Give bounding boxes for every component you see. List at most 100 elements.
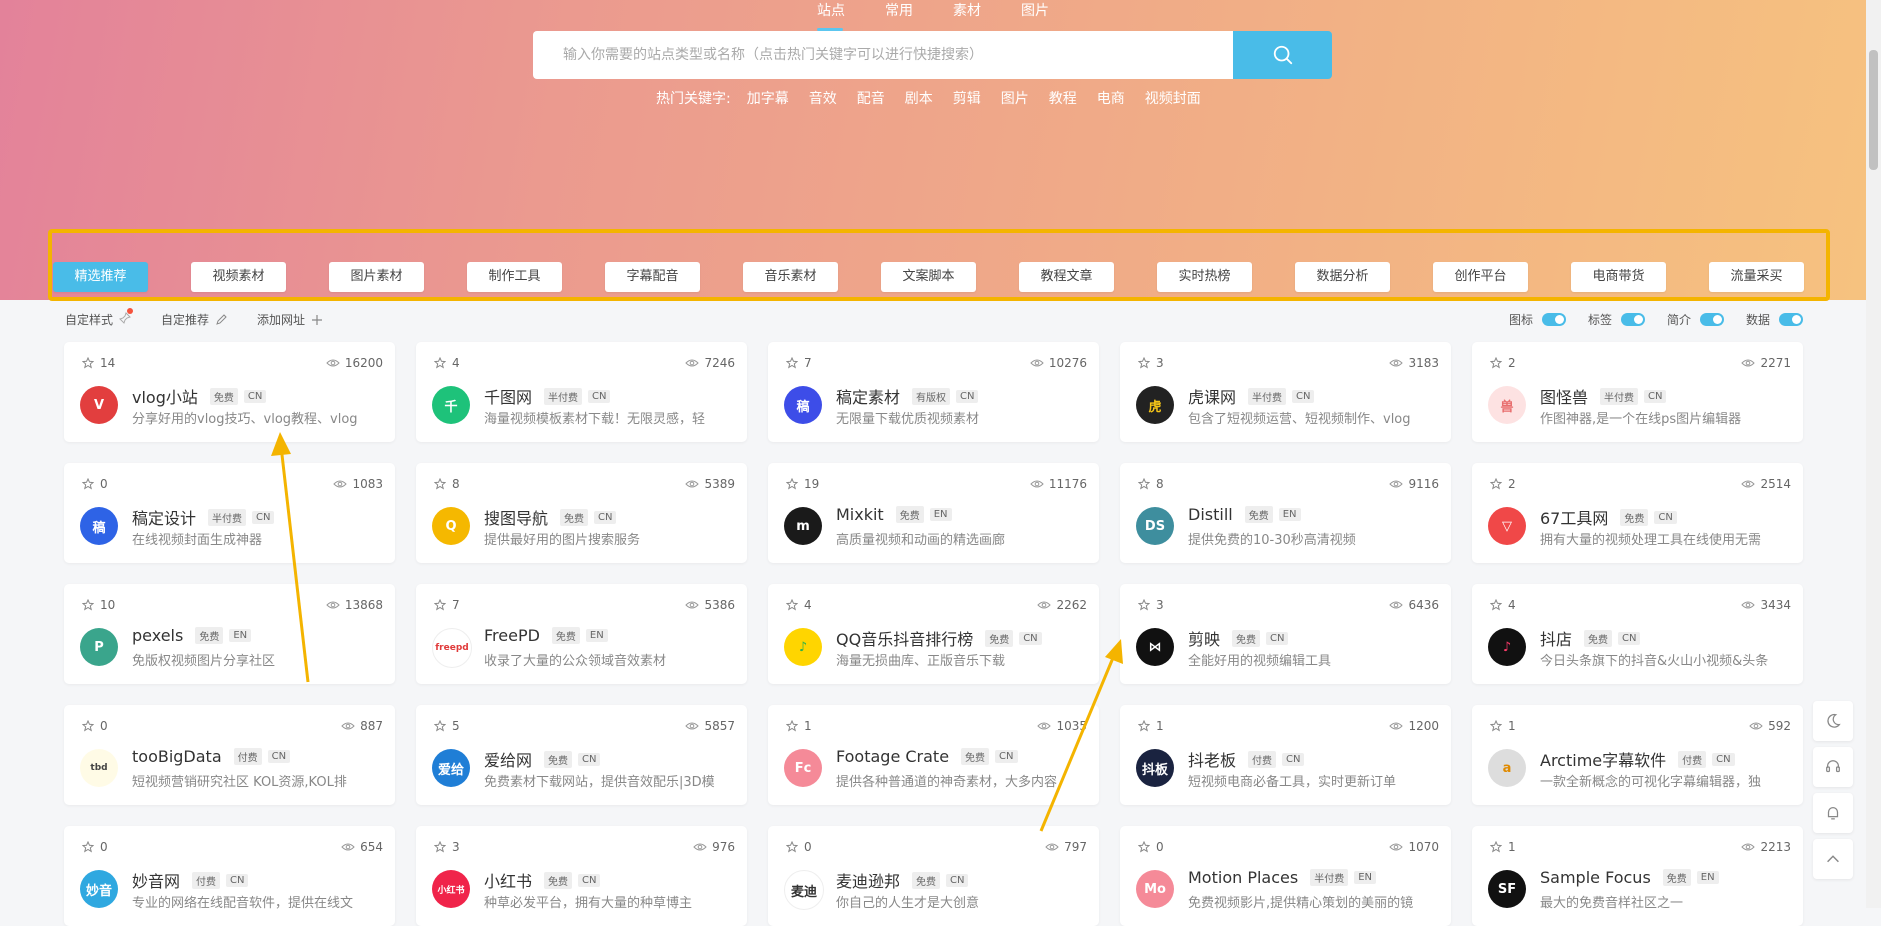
site-name[interactable]: 67工具网 — [1540, 505, 1608, 529]
toggle-tags[interactable]: 标签 — [1588, 311, 1645, 328]
custom-style-button[interactable]: 自定样式 — [65, 308, 134, 328]
search-input[interactable] — [533, 31, 1233, 79]
tab-common[interactable]: 常用 — [885, 0, 953, 32]
site-card[interactable]: 0 654 妙音 妙音网 付费 CN 专业的网络在线配音软件，提供在线文 — [64, 826, 395, 926]
site-name[interactable]: 千图网 — [484, 384, 532, 408]
tab-sites[interactable]: 站点 — [817, 0, 885, 32]
site-name[interactable]: 稿定素材 — [836, 384, 900, 408]
site-card[interactable]: 0 797 麦迪 麦迪逊邦 免费 CN 你自己的人生才是大创意 — [768, 826, 1099, 926]
site-name[interactable]: 妙音网 — [132, 868, 180, 892]
hot-keyword[interactable]: 图片 — [1001, 88, 1029, 108]
toggle-data[interactable]: 数据 — [1746, 311, 1803, 328]
hot-keyword[interactable]: 视频封面 — [1145, 88, 1201, 108]
custom-recommend-button[interactable]: 自定推荐 — [161, 311, 227, 328]
site-card[interactable]: 4 2262 ♪ QQ音乐抖音排行榜 免费 CN 海量无损曲库、正版音乐下载 — [768, 584, 1099, 684]
favorite-count[interactable]: 3 — [434, 840, 460, 854]
favorite-count[interactable]: 1 — [1138, 719, 1164, 733]
site-name[interactable]: 图怪兽 — [1540, 384, 1588, 408]
support-button[interactable] — [1813, 747, 1853, 787]
site-card[interactable]: 3 6436 ⋈ 剪映 免费 CN 全能好用的视频编辑工具 — [1120, 584, 1451, 684]
hot-keyword[interactable]: 剧本 — [905, 88, 933, 108]
favorite-count[interactable]: 2 — [1490, 356, 1516, 370]
toggle-switch[interactable] — [1620, 313, 1645, 326]
site-card[interactable]: 14 16200 V vlog小站 免费 CN 分享好用的vlog技巧、vlog… — [64, 342, 395, 442]
site-card[interactable]: 8 9116 DS Distill 免费 EN 提供免费的10-30秒高清视频 — [1120, 463, 1451, 563]
favorite-count[interactable]: 2 — [1490, 477, 1516, 491]
site-name[interactable]: Sample Focus — [1540, 868, 1651, 887]
site-card[interactable]: 3 976 小红书 小红书 免费 CN 种草必发平台，拥有大量的种草博主 — [416, 826, 747, 926]
site-name[interactable]: Distill — [1188, 505, 1233, 524]
favorite-count[interactable]: 7 — [434, 598, 460, 612]
site-name[interactable]: 虎课网 — [1188, 384, 1236, 408]
favorite-count[interactable]: 7 — [786, 356, 812, 370]
favorite-count[interactable]: 8 — [434, 477, 460, 491]
site-card[interactable]: 0 1070 Mo Motion Places 半付费 EN 免费视频影片,提供… — [1120, 826, 1451, 926]
scrollbar-thumb[interactable] — [1869, 50, 1878, 170]
scrollbar[interactable] — [1866, 0, 1881, 908]
toggle-switch[interactable] — [1699, 313, 1724, 326]
site-name[interactable]: 抖店 — [1540, 626, 1572, 650]
site-name[interactable]: Footage Crate — [836, 747, 949, 766]
hot-keyword[interactable]: 加字幕 — [747, 88, 789, 108]
site-card[interactable]: 2 2514 ▽ 67工具网 免费 CN 拥有大量的视频处理工具在线使用无需 — [1472, 463, 1803, 563]
site-card[interactable]: 19 11176 m Mixkit 免费 EN 高质量视频和动画的精选画廊 — [768, 463, 1099, 563]
favorite-count[interactable]: 3 — [1138, 356, 1164, 370]
site-card[interactable]: 1 592 a Arctime字幕软件 付费 CN 一款全新概念的可视化字幕编辑… — [1472, 705, 1803, 805]
site-name[interactable]: 抖老板 — [1188, 747, 1236, 771]
site-name[interactable]: 小红书 — [484, 868, 532, 892]
favorite-count[interactable]: 0 — [786, 840, 812, 854]
site-card[interactable]: 7 5386 freepd FreePD 免费 EN 收录了大量的公众领域音效素… — [416, 584, 747, 684]
favorite-count[interactable]: 0 — [82, 840, 108, 854]
toggle-intro[interactable]: 简介 — [1667, 311, 1724, 328]
favorite-count[interactable]: 1 — [1490, 840, 1516, 854]
toggle-icon[interactable]: 图标 — [1509, 311, 1566, 328]
site-card[interactable]: 4 7246 千 千图网 半付费 CN 海量视频模板素材下载！无限灵感，轻 — [416, 342, 747, 442]
favorite-count[interactable]: 0 — [1138, 840, 1164, 854]
site-name[interactable]: vlog小站 — [132, 384, 198, 408]
site-card[interactable]: 0 887 tbd tooBigData 付费 CN 短视频营销研究社区 KOL… — [64, 705, 395, 805]
site-name[interactable]: Motion Places — [1188, 868, 1298, 887]
hot-keyword[interactable]: 音效 — [809, 88, 837, 108]
favorite-count[interactable]: 1 — [1490, 719, 1516, 733]
notification-button[interactable] — [1813, 793, 1853, 833]
site-card[interactable]: 7 10276 稿 稿定素材 有版权 CN 无限量下载优质视频素材 — [768, 342, 1099, 442]
dark-mode-button[interactable] — [1813, 701, 1853, 741]
site-name[interactable]: 稿定设计 — [132, 505, 196, 529]
site-name[interactable]: FreePD — [484, 626, 540, 645]
site-card[interactable]: 3 3183 虎 虎课网 半付费 CN 包含了短视频运营、短视频制作、vlog — [1120, 342, 1451, 442]
favorite-count[interactable]: 4 — [1490, 598, 1516, 612]
tab-images[interactable]: 图片 — [1021, 0, 1089, 32]
favorite-count[interactable]: 19 — [786, 477, 819, 491]
favorite-count[interactable]: 0 — [82, 477, 108, 491]
favorite-count[interactable]: 3 — [1138, 598, 1164, 612]
site-name[interactable]: tooBigData — [132, 747, 222, 766]
hot-keyword[interactable]: 配音 — [857, 88, 885, 108]
search-button[interactable] — [1233, 31, 1332, 79]
favorite-count[interactable]: 5 — [434, 719, 460, 733]
site-card[interactable]: 1 2213 SF Sample Focus 免费 EN 最大的免费音样社区之一 — [1472, 826, 1803, 926]
site-card[interactable]: 2 2271 兽 图怪兽 半付费 CN 作图神器,是一个在线ps图片编辑器 — [1472, 342, 1803, 442]
toggle-switch[interactable] — [1779, 313, 1803, 326]
favorite-count[interactable]: 1 — [786, 719, 812, 733]
site-card[interactable]: 10 13868 P pexels 免费 EN 免版权视频图片分享社区 — [64, 584, 395, 684]
site-name[interactable]: pexels — [132, 626, 183, 645]
site-card[interactable]: 5 5857 爱给 爱给网 免费 CN 免费素材下载网站，提供音效配乐|3D模 — [416, 705, 747, 805]
site-card[interactable]: 1 1200 抖板 抖老板 付费 CN 短视频电商必备工具，实时更新订单 — [1120, 705, 1451, 805]
favorite-count[interactable]: 10 — [82, 598, 115, 612]
tab-materials[interactable]: 素材 — [953, 0, 1021, 32]
hot-keyword[interactable]: 剪辑 — [953, 88, 981, 108]
site-card[interactable]: 0 1083 稿 稿定设计 半付费 CN 在线视频封面生成神器 — [64, 463, 395, 563]
favorite-count[interactable]: 14 — [82, 356, 115, 370]
site-name[interactable]: 爱给网 — [484, 747, 532, 771]
site-name[interactable]: Mixkit — [836, 505, 884, 524]
site-name[interactable]: Arctime字幕软件 — [1540, 747, 1666, 771]
site-name[interactable]: QQ音乐抖音排行榜 — [836, 626, 973, 650]
site-name[interactable]: 搜图导航 — [484, 505, 548, 529]
back-to-top-button[interactable] — [1813, 839, 1853, 879]
favorite-count[interactable]: 0 — [82, 719, 108, 733]
hot-keyword[interactable]: 电商 — [1097, 88, 1125, 108]
add-site-button[interactable]: 添加网址 — [257, 311, 323, 328]
hot-keyword[interactable]: 教程 — [1049, 88, 1077, 108]
site-card[interactable]: 8 5389 Q 搜图导航 免费 CN 提供最好用的图片搜索服务 — [416, 463, 747, 563]
site-card[interactable]: 1 1035 Fc Footage Crate 免费 CN 提供各种普通道的神奇… — [768, 705, 1099, 805]
